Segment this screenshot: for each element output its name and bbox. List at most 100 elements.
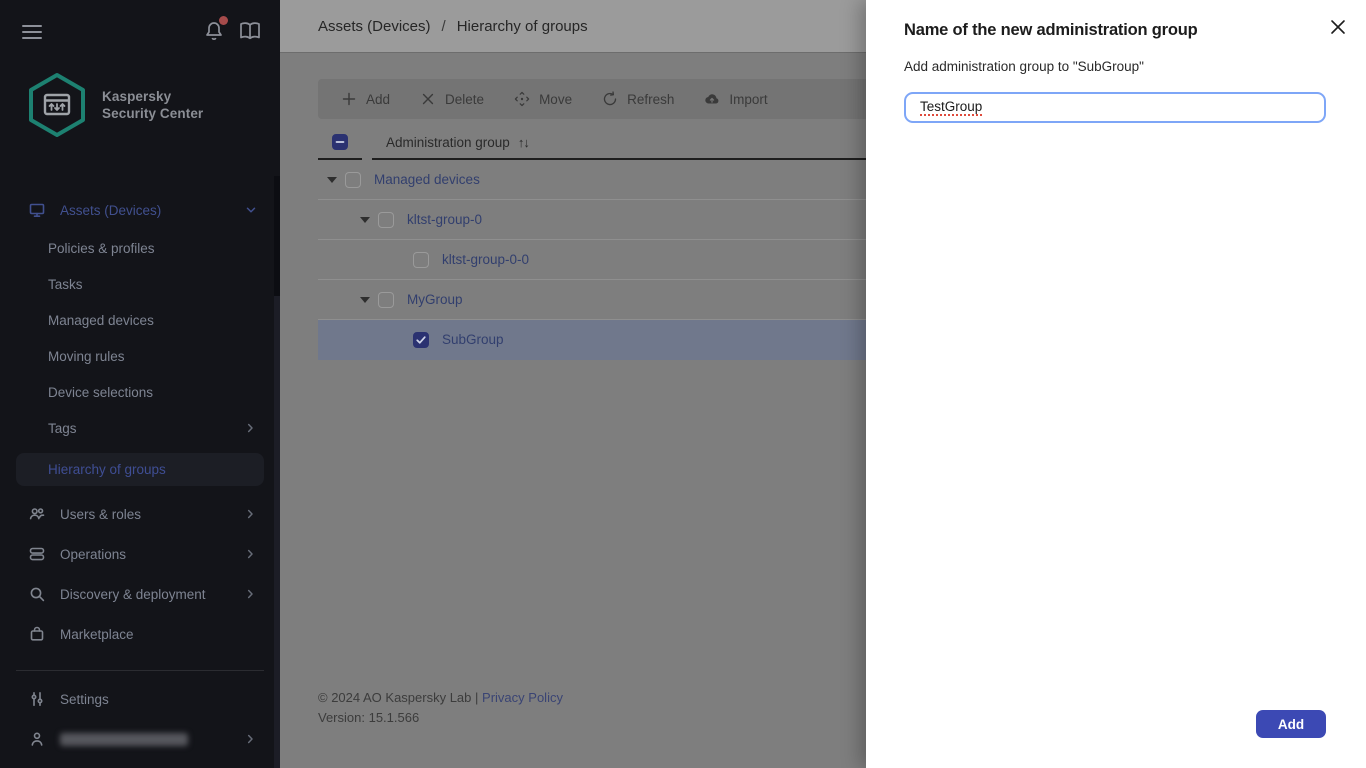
- close-icon[interactable]: [1327, 16, 1349, 38]
- drawer-title: Name of the new administration group: [904, 21, 1198, 40]
- kaspersky-logo: Kaspersky Security Center: [26, 72, 203, 138]
- expand-caret-icon[interactable]: [360, 217, 370, 223]
- sidebar-item-policies-profiles[interactable]: Policies & profiles: [0, 230, 280, 266]
- group-link[interactable]: MyGroup: [407, 292, 463, 307]
- toolbar-button-label: Import: [729, 92, 767, 107]
- row-checkbox[interactable]: [378, 292, 394, 308]
- sidebar-item-operations[interactable]: Operations: [0, 534, 280, 574]
- sidebar-divider: [16, 670, 264, 671]
- bag-icon: [28, 625, 46, 643]
- sort-icon[interactable]: ↑↓: [518, 135, 529, 150]
- move-icon: [514, 91, 530, 107]
- documentation-book-icon[interactable]: [238, 19, 262, 43]
- add-button[interactable]: Add: [326, 79, 405, 119]
- toolbar-button-label: Delete: [445, 92, 484, 107]
- breadcrumb-assets-devices[interactable]: Assets (Devices): [318, 18, 431, 35]
- x-icon: [420, 91, 436, 107]
- footer-separator: |: [475, 690, 478, 705]
- sidebar-item-label: Policies & profiles: [48, 241, 155, 256]
- expand-caret-icon[interactable]: [327, 177, 337, 183]
- sidebar-item-label: Operations: [60, 547, 126, 562]
- logo-line2: Security Center: [102, 105, 203, 122]
- stack-icon: [28, 545, 46, 563]
- import-button[interactable]: Import: [689, 79, 782, 119]
- sidebar-item-moving-rules[interactable]: Moving rules: [0, 338, 280, 374]
- drawer-subtitle: Add administration group to "SubGroup": [904, 59, 1144, 74]
- move-button[interactable]: Move: [499, 79, 587, 119]
- page-footer: © 2024 AO Kaspersky Lab | Privacy Policy…: [318, 688, 563, 728]
- refresh-icon: [602, 91, 618, 107]
- breadcrumb-separator: /: [442, 18, 446, 35]
- sidebar-item-assets-devices[interactable]: Assets (Devices): [0, 190, 280, 230]
- row-checkbox[interactable]: [413, 252, 429, 268]
- kaspersky-hexagon-icon: [26, 72, 88, 138]
- group-link[interactable]: kltst-group-0-0: [442, 252, 529, 267]
- sliders-icon: [28, 690, 46, 708]
- sidebar-item-label: Discovery & deployment: [60, 587, 206, 602]
- group-link[interactable]: kltst-group-0: [407, 212, 482, 227]
- sidebar-item-label: Hierarchy of groups: [48, 462, 166, 477]
- logo-line1: Kaspersky: [102, 88, 203, 105]
- sidebar-item-managed-devices[interactable]: Managed devices: [0, 302, 280, 338]
- monitor-icon: [28, 201, 46, 219]
- sidebar-item-settings[interactable]: Settings: [0, 679, 280, 719]
- chevron-right-icon: [244, 732, 258, 746]
- sidebar-item-tasks[interactable]: Tasks: [0, 266, 280, 302]
- sidebar-item-label: Assets (Devices): [60, 203, 161, 218]
- sidebar-item-label: Marketplace: [60, 627, 134, 642]
- copyright-text: © 2024 AO Kaspersky Lab: [318, 690, 471, 705]
- sidebar-item-label: Users & roles: [60, 507, 141, 522]
- person-icon: [28, 730, 46, 748]
- sidebar-item-label: Managed devices: [48, 313, 154, 328]
- sidebar-item-label: Tasks: [48, 277, 83, 292]
- toolbar-button-label: Add: [366, 92, 390, 107]
- version-text: Version: 15.1.566: [318, 708, 563, 728]
- chevron-down-icon: [244, 203, 258, 217]
- sidebar-item-device-selections[interactable]: Device selections: [0, 374, 280, 410]
- new-group-drawer: Name of the new administration group Add…: [866, 0, 1366, 768]
- row-checkbox[interactable]: [413, 332, 429, 348]
- users-icon: [28, 505, 46, 523]
- chevron-right-icon: [244, 507, 258, 521]
- sidebar-menu: Assets (Devices) Policies & profiles Tasks…: [0, 190, 280, 654]
- hamburger-menu-icon[interactable]: [20, 20, 44, 44]
- user-name-redacted: [60, 733, 188, 746]
- column-header-administration-group[interactable]: Administration group: [386, 135, 510, 150]
- sidebar-item-user-account[interactable]: [0, 719, 280, 759]
- refresh-button[interactable]: Refresh: [587, 79, 689, 119]
- chevron-right-icon: [244, 587, 258, 601]
- sidebar-item-discovery-deployment[interactable]: Discovery & deployment: [0, 574, 280, 614]
- sidebar-item-label: Moving rules: [48, 349, 125, 364]
- notifications-bell-icon[interactable]: [202, 19, 226, 43]
- select-all-checkbox[interactable]: [332, 134, 348, 150]
- sidebar-top-icons: [202, 19, 262, 43]
- breadcrumb-hierarchy-of-groups[interactable]: Hierarchy of groups: [457, 18, 588, 35]
- add-button[interactable]: Add: [1256, 710, 1326, 738]
- row-checkbox[interactable]: [378, 212, 394, 228]
- group-link[interactable]: Managed devices: [374, 172, 480, 187]
- sidebar-scrollbar-track[interactable]: [274, 176, 280, 296]
- search-icon: [28, 585, 46, 603]
- sidebar-item-label: Device selections: [48, 385, 153, 400]
- sidebar-item-users-roles[interactable]: Users & roles: [0, 494, 280, 534]
- row-checkbox[interactable]: [345, 172, 361, 188]
- expand-caret-icon[interactable]: [360, 297, 370, 303]
- sidebar-scrollbar-thumb[interactable]: [274, 296, 280, 768]
- delete-button[interactable]: Delete: [405, 79, 499, 119]
- notification-badge: [219, 16, 228, 25]
- sidebar-item-tags[interactable]: Tags: [0, 410, 280, 446]
- sidebar-item-marketplace[interactable]: Marketplace: [0, 614, 280, 654]
- sidebar-footer-menu: Settings: [0, 679, 280, 759]
- chevron-right-icon: [244, 421, 258, 435]
- privacy-policy-link[interactable]: Privacy Policy: [482, 690, 563, 705]
- kaspersky-security-center-app: Kaspersky Security Center Assets (Device…: [0, 0, 1366, 768]
- sidebar-item-hierarchy-of-groups[interactable]: Hierarchy of groups: [16, 453, 264, 486]
- group-name-value: TestGroup: [920, 99, 982, 116]
- toolbar-button-label: Move: [539, 92, 572, 107]
- sidebar: Kaspersky Security Center Assets (Device…: [0, 0, 280, 768]
- cloud-upload-icon: [704, 91, 720, 107]
- toolbar-button-label: Refresh: [627, 92, 674, 107]
- group-name-input[interactable]: TestGroup: [904, 92, 1326, 123]
- group-link[interactable]: SubGroup: [442, 332, 504, 347]
- plus-icon: [341, 91, 357, 107]
